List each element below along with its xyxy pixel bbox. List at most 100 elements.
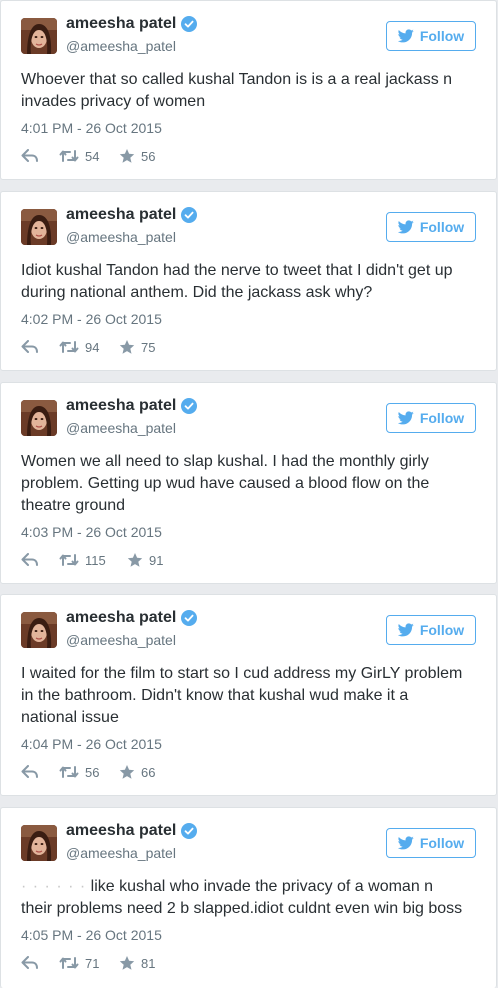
verified-badge-icon	[181, 207, 197, 223]
tweet-timestamp[interactable]: 4:03 PM - 26 Oct 2015	[21, 524, 162, 540]
author-handle[interactable]: @ameesha_patel	[66, 845, 176, 861]
retweet-icon	[59, 149, 79, 163]
retweet-button[interactable]: 54	[59, 149, 119, 164]
tweet-timestamp[interactable]: 4:05 PM - 26 Oct 2015	[21, 927, 162, 943]
author-name-row: ameesha patel	[66, 15, 197, 33]
retweet-count: 94	[85, 339, 100, 355]
tweet-text-faded: · · · · · ·	[21, 878, 87, 895]
like-button[interactable]: 75	[119, 339, 155, 355]
author-handle[interactable]: @ameesha_patel	[66, 632, 176, 648]
like-count: 91	[149, 552, 164, 568]
retweet-icon	[59, 553, 79, 567]
retweet-count: 54	[85, 148, 100, 164]
retweet-icon	[59, 340, 79, 354]
author-name[interactable]: ameesha patel	[66, 397, 176, 415]
tweet-card: ameesha patel @ameesha_patel Follow I wa…	[0, 594, 497, 796]
follow-button[interactable]: Follow	[386, 403, 476, 433]
author-handle[interactable]: @ameesha_patel	[66, 229, 176, 245]
reply-button[interactable]	[21, 765, 59, 779]
follow-label: Follow	[419, 622, 465, 638]
avatar[interactable]	[21, 209, 57, 245]
tweet-timestamp[interactable]: 4:02 PM - 26 Oct 2015	[21, 311, 162, 327]
follow-button[interactable]: Follow	[386, 21, 476, 51]
verified-badge-icon	[181, 823, 197, 839]
like-button[interactable]: 81	[119, 955, 155, 971]
star-icon	[119, 764, 135, 780]
follow-button[interactable]: Follow	[386, 212, 476, 242]
reply-icon	[21, 340, 39, 354]
tweet-actions: 94 75	[21, 337, 155, 357]
tweet-actions: 56 66	[21, 762, 155, 782]
verified-badge-icon	[181, 610, 197, 626]
verified-badge-icon	[181, 398, 197, 414]
star-icon	[119, 339, 135, 355]
like-button[interactable]: 91	[127, 552, 163, 568]
star-icon	[119, 148, 135, 164]
retweet-button[interactable]: 56	[59, 765, 119, 780]
follow-label: Follow	[419, 28, 465, 44]
author-name[interactable]: ameesha patel	[66, 15, 176, 33]
twitter-bird-icon	[398, 623, 414, 637]
tweet-card: ameesha patel @ameesha_patel Follow Idio…	[0, 191, 497, 371]
tweet-actions: 115 91	[21, 550, 163, 570]
twitter-bird-icon	[398, 411, 414, 425]
like-count: 81	[141, 955, 156, 971]
tweet-text-body: like kushal who invade the privacy of a …	[21, 878, 463, 917]
avatar[interactable]	[21, 825, 57, 861]
follow-label: Follow	[419, 835, 465, 851]
author-name-row: ameesha patel	[66, 822, 197, 840]
follow-button[interactable]: Follow	[386, 615, 476, 645]
reply-icon	[21, 956, 39, 970]
star-icon	[127, 552, 143, 568]
twitter-bird-icon	[398, 29, 414, 43]
tweet-card: ameesha patel @ameesha_patel Follow · · …	[0, 807, 497, 988]
retweet-count: 71	[85, 955, 100, 971]
retweet-button[interactable]: 94	[59, 340, 119, 355]
avatar[interactable]	[21, 400, 57, 436]
tweet-card: ameesha patel @ameesha_patel Follow Wome…	[0, 382, 497, 584]
tweet-text: I waited for the film to start so I cud …	[21, 665, 463, 726]
like-count: 56	[141, 148, 156, 164]
tweet-timestamp[interactable]: 4:04 PM - 26 Oct 2015	[21, 736, 162, 752]
reply-icon	[21, 149, 39, 163]
reply-button[interactable]	[21, 956, 59, 970]
tweet-text: Idiot kushal Tandon had the nerve to twe…	[21, 262, 453, 301]
like-button[interactable]: 66	[119, 764, 155, 780]
like-count: 75	[141, 339, 156, 355]
retweet-count: 56	[85, 764, 100, 780]
retweet-button[interactable]: 71	[59, 956, 119, 971]
author-name-row: ameesha patel	[66, 397, 197, 415]
retweet-count: 115	[85, 552, 106, 568]
reply-button[interactable]	[21, 553, 59, 567]
reply-icon	[21, 553, 39, 567]
tweet-actions: 54 56	[21, 146, 155, 166]
tweet-text: Whoever that so called kushal Tandon is …	[21, 71, 453, 110]
avatar[interactable]	[21, 18, 57, 54]
tweet-text: Women we all need to slap kushal. I had …	[21, 453, 430, 514]
author-name[interactable]: ameesha patel	[66, 822, 176, 840]
follow-label: Follow	[419, 219, 465, 235]
twitter-bird-icon	[398, 220, 414, 234]
retweet-icon	[59, 956, 79, 970]
tweet-text: · · · · · · like kushal who invade the p…	[21, 876, 468, 920]
verified-badge-icon	[181, 16, 197, 32]
author-name-row: ameesha patel	[66, 609, 197, 627]
tweet-actions: 71 81	[21, 953, 155, 973]
retweet-button[interactable]: 115	[59, 553, 127, 568]
reply-button[interactable]	[21, 149, 59, 163]
author-name-row: ameesha patel	[66, 206, 197, 224]
like-count: 66	[141, 764, 156, 780]
retweet-icon	[59, 765, 79, 779]
follow-label: Follow	[419, 410, 465, 426]
like-button[interactable]: 56	[119, 148, 155, 164]
author-name[interactable]: ameesha patel	[66, 609, 176, 627]
author-name[interactable]: ameesha patel	[66, 206, 176, 224]
author-handle[interactable]: @ameesha_patel	[66, 420, 176, 436]
follow-button[interactable]: Follow	[386, 828, 476, 858]
author-handle[interactable]: @ameesha_patel	[66, 38, 176, 54]
star-icon	[119, 955, 135, 971]
twitter-bird-icon	[398, 836, 414, 850]
reply-button[interactable]	[21, 340, 59, 354]
tweet-timestamp[interactable]: 4:01 PM - 26 Oct 2015	[21, 120, 162, 136]
avatar[interactable]	[21, 612, 57, 648]
